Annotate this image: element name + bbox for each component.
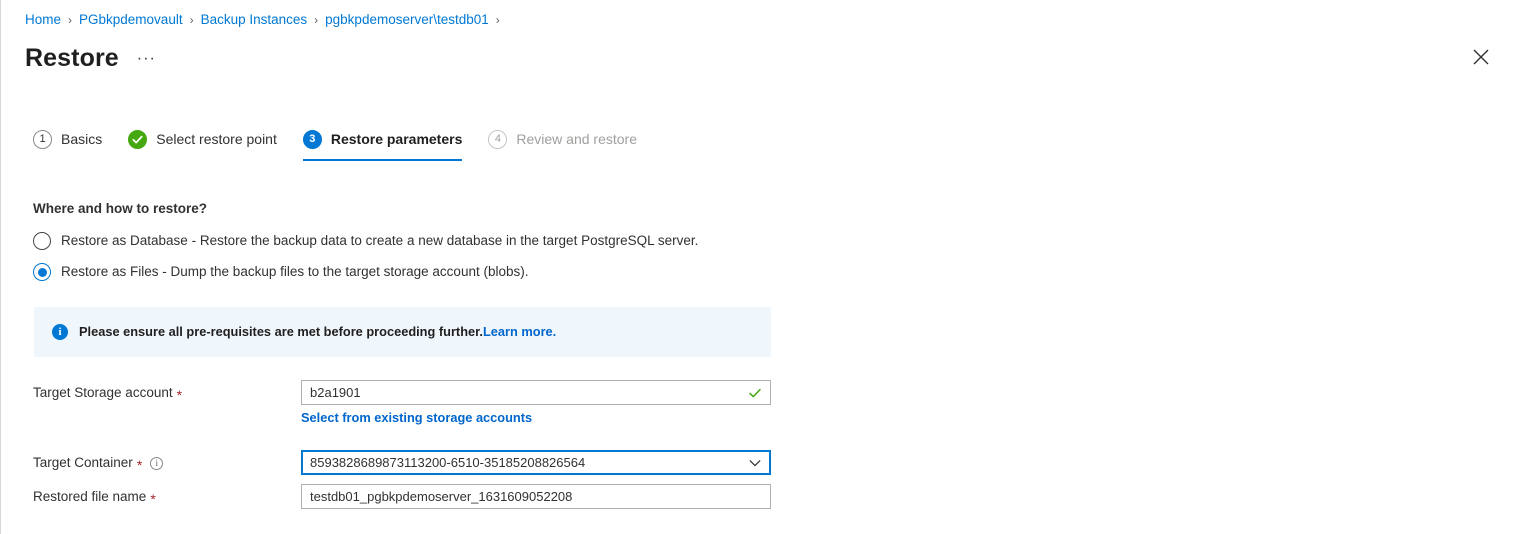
field-label-text: Target Container: [33, 455, 133, 470]
step-complete-badge: [128, 129, 148, 149]
breadcrumb-item-home[interactable]: Home: [25, 11, 61, 29]
restore-blade: Home › PGbkpdemovault › Backup Instances…: [0, 0, 1517, 534]
field-restored-file-name: Restored file name * testdb01_pgbkpdemos…: [33, 484, 1033, 509]
breadcrumb-item-vault[interactable]: PGbkpdemovault: [79, 11, 183, 29]
wizard-step-label: Basics: [61, 131, 103, 147]
active-step-underline: [302, 159, 463, 161]
field-target-storage-account: Target Storage account * b2a1901 Select …: [33, 380, 1033, 427]
field-label-text: Target Storage account: [33, 385, 173, 400]
radio-option-restore-as-files[interactable]: Restore as Files - Dump the backup files…: [33, 259, 698, 285]
storage-account-input[interactable]: b2a1901: [301, 380, 771, 405]
breadcrumb-item-instance[interactable]: pgbkpdemoserver\testdb01: [325, 11, 489, 29]
wizard-step-review-and-restore[interactable]: 4 Review and restore: [488, 126, 637, 152]
step-number-badge: 4: [488, 129, 508, 149]
prerequisites-info-banner: i Please ensure all pre-requisites are m…: [34, 307, 771, 357]
more-options-button[interactable]: ···: [137, 50, 156, 68]
select-existing-storage-accounts-link[interactable]: Select from existing storage accounts: [301, 409, 532, 427]
chevron-down-icon: [749, 459, 761, 466]
wizard-step-restore-parameters[interactable]: 3 Restore parameters: [302, 126, 463, 161]
wizard-step-label: Select restore point: [156, 131, 277, 147]
green-check-icon: [749, 388, 761, 397]
required-asterisk: *: [136, 457, 143, 473]
storage-account-value: b2a1901: [310, 385, 361, 400]
learn-more-link[interactable]: Learn more.: [483, 324, 556, 339]
field-label: Restored file name *: [33, 484, 301, 509]
wizard-step-label: Review and restore: [516, 131, 637, 147]
field-control: 8593828689873113200-6510-35185208826564: [301, 450, 771, 475]
field-label-text: Restored file name: [33, 489, 147, 504]
breadcrumb-item-backup-instances[interactable]: Backup Instances: [201, 11, 308, 29]
form-spacer: [33, 436, 1033, 450]
radio-option-restore-as-database[interactable]: Restore as Database - Restore the backup…: [33, 228, 698, 254]
restored-file-name-input[interactable]: testdb01_pgbkpdemoserver_1631609052208: [301, 484, 771, 509]
radio-option-label: Restore as Files - Dump the backup files…: [61, 264, 529, 279]
target-container-value: 8593828689873113200-6510-35185208826564: [310, 455, 586, 470]
breadcrumb-separator-icon: ›: [495, 13, 500, 27]
step-number-badge: 1: [33, 129, 52, 149]
field-control: testdb01_pgbkpdemoserver_1631609052208: [301, 484, 771, 509]
field-target-container: Target Container * i 8593828689873113200…: [33, 450, 1033, 475]
restored-file-name-value: testdb01_pgbkpdemoserver_1631609052208: [310, 489, 573, 504]
info-banner-message: Please ensure all pre-requisites are met…: [79, 324, 483, 339]
restore-parameters-form: Target Storage account * b2a1901 Select …: [33, 380, 1033, 518]
breadcrumb-separator-icon: ›: [68, 13, 73, 27]
target-container-dropdown[interactable]: 8593828689873113200-6510-35185208826564: [301, 450, 771, 475]
restore-option-radio-group: Restore as Database - Restore the backup…: [33, 228, 698, 290]
field-label: Target Container * i: [33, 450, 301, 475]
required-asterisk: *: [176, 387, 183, 403]
section-heading: Where and how to restore?: [33, 201, 208, 216]
close-icon[interactable]: [1467, 43, 1495, 71]
wizard-steps: 1 Basics Select restore point 3 Restore …: [33, 126, 663, 161]
step-number-badge: 3: [302, 129, 322, 149]
field-label: Target Storage account *: [33, 380, 301, 405]
title-row: Restore ···: [25, 42, 156, 74]
wizard-step-basics[interactable]: 1 Basics: [33, 126, 102, 152]
info-tooltip-icon[interactable]: i: [150, 456, 164, 470]
field-control: b2a1901 Select from existing storage acc…: [301, 380, 771, 427]
breadcrumb-separator-icon: ›: [314, 13, 319, 27]
radio-button-checked-icon[interactable]: [33, 263, 51, 281]
info-icon: i: [52, 324, 68, 340]
check-icon: [132, 135, 143, 143]
required-asterisk: *: [150, 491, 156, 507]
radio-option-label: Restore as Database - Restore the backup…: [61, 233, 699, 248]
wizard-step-select-restore-point[interactable]: Select restore point: [128, 126, 277, 152]
page-title: Restore: [25, 44, 119, 72]
wizard-step-label: Restore parameters: [330, 131, 463, 147]
breadcrumb: Home › PGbkpdemovault › Backup Instances…: [25, 11, 507, 29]
breadcrumb-separator-icon: ›: [189, 13, 194, 27]
radio-button-unchecked-icon[interactable]: [33, 232, 51, 250]
info-banner-text: Please ensure all pre-requisites are met…: [79, 323, 556, 341]
